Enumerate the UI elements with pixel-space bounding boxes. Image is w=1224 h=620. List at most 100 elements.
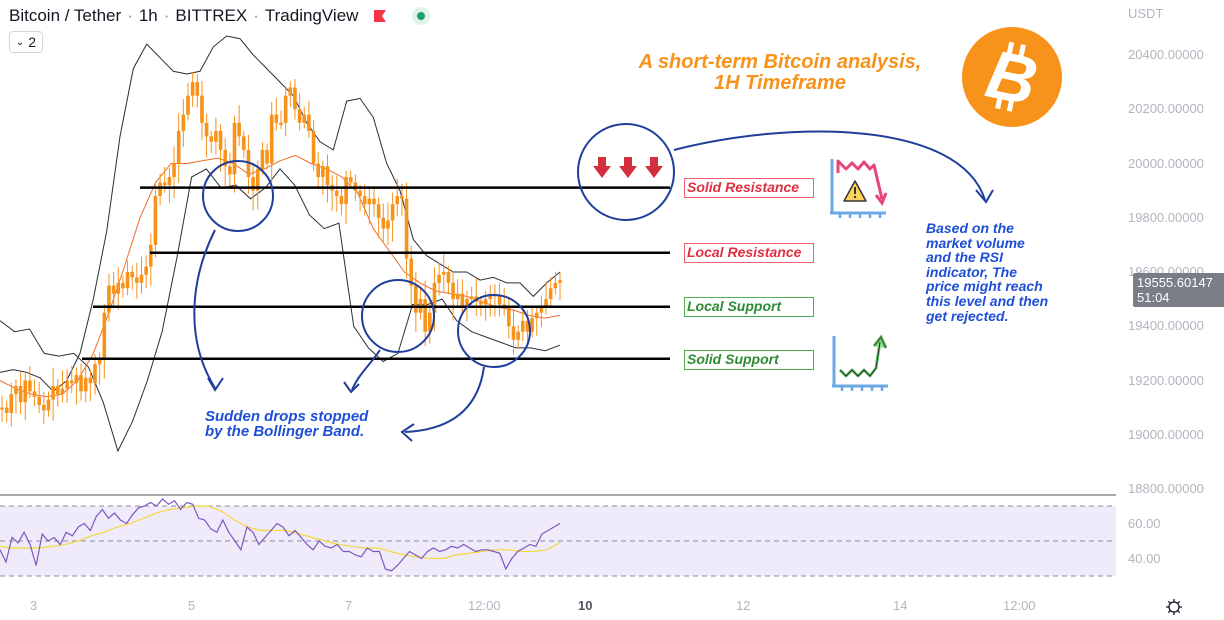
candle-body: [404, 198, 409, 259]
candle-body: [42, 404, 46, 411]
candle-body: [79, 375, 83, 392]
price-tick: 19000.00000: [1128, 426, 1204, 442]
candle-body: [358, 190, 362, 197]
down-arrow-icon: [593, 157, 611, 178]
candle-body: [242, 136, 246, 150]
candle-body: [548, 288, 553, 300]
candle-body: [372, 198, 376, 205]
candle-body: [339, 196, 344, 205]
candle-body: [386, 220, 390, 229]
currency-label: USDT: [1128, 6, 1164, 21]
candle-body: [228, 166, 232, 175]
level-lines: [82, 186, 670, 361]
candle-body: [107, 285, 111, 313]
candle-body: [204, 122, 209, 137]
note-line: this level and then: [926, 292, 1049, 309]
candle-body: [367, 198, 372, 205]
candle-body: [111, 285, 116, 294]
candle-body: [56, 385, 60, 395]
moving-average-line: [0, 154, 561, 398]
annotation-arrow: [351, 349, 381, 391]
note-line: and the RSI: [926, 249, 1004, 266]
title-line-2: 1H Timeframe: [714, 72, 846, 94]
analysis-title: A short-term Bitcoin analysis, 1H Timefr…: [615, 52, 945, 94]
highlight-circle: [202, 160, 274, 232]
time-tick: 12:00: [1003, 598, 1036, 613]
candle-body: [149, 244, 153, 267]
forecast-note: Based on the market volume and the RSI indi…: [926, 221, 1048, 323]
candle-body: [279, 122, 283, 125]
candle-body: [348, 177, 353, 183]
candle-body: [23, 380, 28, 403]
candle-body: [74, 375, 79, 384]
candle-body: [479, 301, 483, 305]
candle-body: [441, 272, 446, 275]
candle-body: [232, 122, 237, 175]
candle-body: [93, 364, 97, 384]
candle-body: [483, 299, 488, 305]
candle-body: [455, 293, 460, 300]
local-resistance-label: Local Resistance: [684, 243, 814, 263]
note-line: price might reach: [926, 278, 1043, 295]
candle-body: [172, 163, 176, 178]
candle-body: [121, 282, 125, 289]
candle-body: [534, 312, 539, 319]
note-line: get rejected.: [926, 307, 1009, 324]
rsi-tick: 60.00: [1128, 516, 1161, 531]
bollinger-upper-line: [0, 35, 561, 392]
time-tick: 5: [188, 598, 196, 613]
downtrend-warning-icon: [830, 159, 888, 218]
note-line: indicator, The: [926, 263, 1018, 280]
candle-body: [209, 136, 214, 142]
candle-body: [381, 217, 386, 229]
candle-body: [511, 326, 516, 340]
candles: [0, 72, 562, 427]
price-axis[interactable]: USDT 20400.00000 20200.00000 20000.00000 19…: [1116, 0, 1224, 600]
candle-body: [362, 196, 367, 205]
candle-body: [195, 82, 200, 96]
price-tick: 20400.00000: [1128, 47, 1204, 62]
candle-body: [46, 399, 51, 411]
down-arrow-icon: [619, 157, 637, 178]
price-tick: 20000.00000: [1128, 155, 1204, 171]
candle-body: [325, 166, 330, 186]
candle-body: [321, 166, 325, 178]
candle-body: [158, 182, 162, 197]
time-tick: 14: [893, 598, 908, 613]
candle-body: [269, 114, 274, 164]
candle-body: [539, 307, 544, 313]
candle-body: [200, 95, 204, 123]
candle-body: [9, 394, 14, 414]
candle-body: [390, 204, 395, 221]
candle-body: [344, 177, 348, 205]
candle-body: [0, 407, 4, 410]
candle-body: [423, 299, 427, 332]
candle-body: [414, 285, 418, 313]
candle-body: [497, 296, 502, 305]
rsi-tick: 40.00: [1128, 551, 1161, 566]
candle-body: [446, 272, 451, 283]
candle-body: [153, 196, 158, 245]
candle-body: [507, 307, 511, 327]
solid-resistance-label: Solid Resistance: [684, 178, 814, 198]
candle-body: [288, 87, 293, 96]
uptrend-chart-icon: [832, 334, 888, 391]
time-tick: 10: [578, 598, 593, 613]
candle-body: [65, 380, 69, 389]
candle-body: [335, 190, 339, 197]
candle-body: [116, 282, 121, 294]
note-line: market volume: [926, 234, 1025, 251]
candle-countdown: 51:04: [1137, 290, 1170, 305]
rsi-pane: [0, 498, 1116, 577]
candle-body: [469, 296, 474, 300]
settings-gear-icon[interactable]: [1165, 598, 1183, 616]
note-line: Based on the: [926, 220, 1014, 236]
price-tick: 19200.00000: [1128, 372, 1204, 388]
candle-body: [395, 196, 400, 205]
candle-body: [51, 385, 55, 400]
candle-body: [69, 380, 74, 384]
title-line-1: A short-term Bitcoin analysis,: [638, 51, 922, 73]
candle-body: [297, 109, 302, 123]
candle-body: [18, 385, 23, 403]
candle-body: [186, 95, 190, 115]
